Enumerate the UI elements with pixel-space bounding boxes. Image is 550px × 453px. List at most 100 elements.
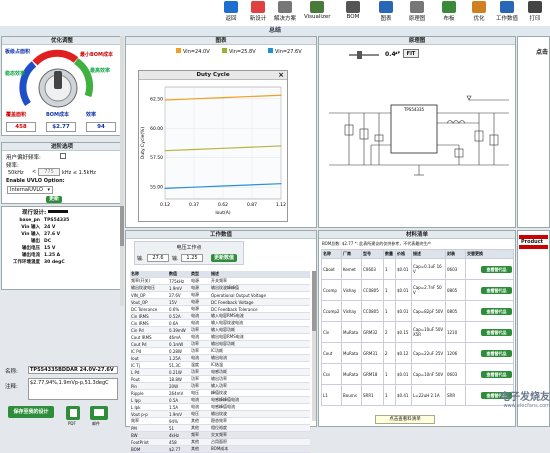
table-cell: 电源	[190, 305, 210, 313]
fit-button[interactable]: FIT	[403, 49, 419, 58]
update-button[interactable]: 更新	[46, 196, 62, 203]
metric-value: 458	[6, 122, 36, 132]
x-tick-label: 0.12	[160, 202, 170, 208]
alternate-button[interactable]: 查看替代品	[481, 328, 512, 336]
table-cell: 电源	[190, 277, 210, 285]
update-values-button[interactable]: 更新数值	[211, 254, 237, 262]
design-row: Vin 输入 24 V	[2, 225, 122, 231]
toolbar-label: 图表	[380, 16, 392, 22]
metric-label: BOM成本	[46, 112, 70, 118]
zoom-stepper-icon[interactable]: ▴▾	[395, 50, 400, 56]
table-cell: PM	[130, 424, 168, 432]
toolbar-button-10[interactable]: 打印	[522, 0, 548, 26]
toolbar-button-4[interactable]: BOM	[340, 0, 366, 26]
vin-input[interactable]: 27.6	[147, 254, 169, 262]
alternate-button[interactable]: 查看替代品	[481, 265, 512, 273]
table-cell: Cout Pd	[130, 340, 168, 348]
table-cell: $2.77	[168, 445, 190, 453]
v2-label: 输.	[172, 256, 179, 262]
mail-icon[interactable]	[90, 406, 108, 420]
table-cell: 0.21W	[168, 368, 190, 376]
table-cell: 264mV	[168, 389, 190, 397]
table-cell: Cout IRMS	[130, 333, 168, 341]
bom-cell: CC0805	[361, 300, 384, 322]
metric-value: $2.77	[46, 122, 76, 132]
chart-title: Duty Cycle	[139, 71, 287, 80]
table-cell: BW	[130, 431, 168, 439]
bom-cell: Cap=0.1uF 16V	[411, 258, 446, 280]
toolbar-button-0[interactable]: 返回	[218, 0, 244, 26]
bom-cell: SRR	[445, 384, 466, 406]
zoom-slider[interactable]	[349, 51, 379, 59]
table-cell: IC Pd	[130, 347, 168, 355]
metric-label: 效率	[86, 112, 97, 118]
data-point	[222, 97, 224, 99]
table-cell: 其他	[190, 438, 210, 446]
user-freq-checkbox[interactable]	[60, 153, 66, 159]
design-row-label: 输出电流	[22, 253, 40, 258]
table-cell: 94%	[168, 417, 190, 425]
table-row: Vout_OP 15V 电源 DC Feedback Voltage	[130, 298, 310, 306]
table-cell: 458	[168, 438, 190, 446]
toolbar-button-5[interactable]: 图表	[373, 0, 399, 26]
bom-cell: $0.15	[395, 321, 412, 343]
layout-icon	[442, 1, 456, 13]
bom-row: Ccomp Vishay CC0805 1 $0.01 Cap=2.7nF 50V 0805…	[321, 279, 514, 301]
toolbar-button-3[interactable]: Visualizer	[304, 0, 330, 26]
data-point	[222, 185, 224, 187]
work-scrollbar[interactable]	[312, 271, 316, 421]
toolbar-button-8[interactable]: 优化	[466, 0, 492, 26]
close-icon[interactable]: ×	[278, 71, 284, 79]
freq-input[interactable]: 775	[38, 168, 60, 176]
note-textarea[interactable]: $2.77,94%,1.9mVp-p,51.3degC	[28, 378, 118, 400]
design-row-label: base_pn	[19, 218, 40, 223]
product-banner: Product	[519, 235, 548, 249]
table-cell: 18.8W	[168, 375, 190, 383]
table-cell: 功率	[190, 347, 210, 355]
bom-cell: Cin	[321, 321, 342, 343]
name-input[interactable]: TPS54335BDDAR 24.0V-27.6V	[28, 366, 118, 374]
toolbar-button-9[interactable]: 工作数值	[494, 0, 520, 26]
table-cell: 占用面积	[210, 438, 310, 446]
table-cell: 0.5A	[168, 396, 190, 404]
table-cell: 1.25A	[168, 354, 190, 362]
pdf-icon[interactable]	[66, 406, 80, 420]
right-edge-panel: 点击	[517, 36, 550, 228]
table-row: IC Tj 51.3C 温度 IC结温	[130, 361, 310, 369]
table-cell: 电压	[190, 410, 210, 418]
alternate-button[interactable]: 查看替代品	[481, 370, 512, 378]
bom-cell: L=22uH 2.1A	[411, 384, 446, 406]
left-scrollbar[interactable]	[120, 36, 124, 306]
iout-input[interactable]: 1.25	[181, 254, 203, 262]
bom-header-row: 名称 厂商 型号 数量 价格 描述 封装 交替更换	[321, 249, 514, 259]
work-sub-box: 电压工作点 输. 27.6 输. 1.25 更新数值	[134, 241, 244, 265]
table-row: BW 4kHz 频率 交叉频率	[130, 431, 310, 439]
freq-min: 50kHz	[8, 170, 24, 176]
table-row: VIN_OP 27.6V 电源 Operational Output Voltage	[130, 291, 310, 299]
table-cell: BOM成本	[210, 445, 310, 453]
uvlo-select[interactable]: InternalUVLO ▾	[7, 186, 53, 194]
alternate-button[interactable]: 查看替代品	[481, 307, 512, 315]
design-row-label: 输出电压	[22, 246, 40, 251]
table-cell: Vout_OP	[130, 298, 168, 306]
toolbar-button-6[interactable]: 原理图	[404, 0, 430, 26]
table-row: IC Pd 0.28W 功率 IC功耗	[130, 347, 310, 355]
chart-icon	[379, 1, 393, 13]
save-design-button[interactable]: 保存至我的设计	[8, 406, 54, 418]
alternate-button[interactable]: 查看替代品	[481, 286, 512, 294]
toolbar-button-2[interactable]: 解决方案	[272, 0, 298, 26]
toolbar-button-1[interactable]: 新设计	[245, 0, 271, 26]
bom-cell: 2	[383, 342, 396, 364]
bom-cell: Kemet	[341, 258, 362, 280]
alternate-button[interactable]: 查看替代品	[481, 349, 512, 357]
toolbar-button-7[interactable]: 布板	[436, 0, 462, 26]
bom-cell: Vishay	[341, 279, 362, 301]
table-cell: 电感功耗	[210, 368, 310, 376]
chart-panel-title: 图表	[126, 37, 316, 45]
design-panel: 现行设计: base_pn TPS54335 Vin 输入 24 V Vin 输入 27.…	[1, 206, 123, 290]
table-cell: 输出纹波峰峰值	[210, 284, 310, 292]
table-cell: 51	[168, 424, 190, 432]
table-cell: 电流	[190, 333, 210, 341]
table-row: Cout IRMS 46mA 电流 输出电容RMS电流	[130, 333, 310, 341]
bom-cell: Cap=2.7nF 50V	[411, 279, 446, 301]
